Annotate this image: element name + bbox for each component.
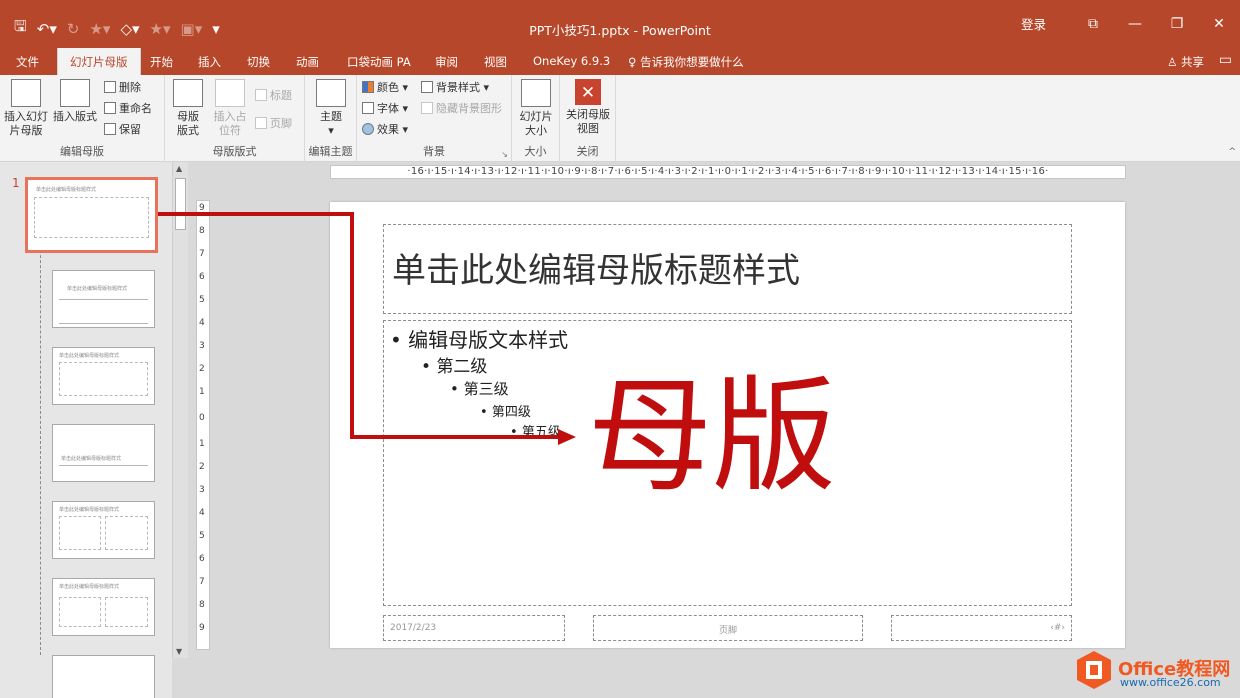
annotation-text: 母版	[588, 365, 837, 509]
arrow-head	[558, 429, 576, 445]
office-logo-icon	[1077, 651, 1111, 689]
arrow-line	[158, 212, 560, 439]
annotation-arrow	[158, 212, 576, 445]
powerpoint-window: 🖫 ↶▾ ↻ ★▾ ◇▾ ★▾ ▣▾ ▾ PPT小技巧1.pptx - Powe…	[0, 0, 1240, 698]
watermark-url: www.office26.com	[1120, 676, 1221, 689]
